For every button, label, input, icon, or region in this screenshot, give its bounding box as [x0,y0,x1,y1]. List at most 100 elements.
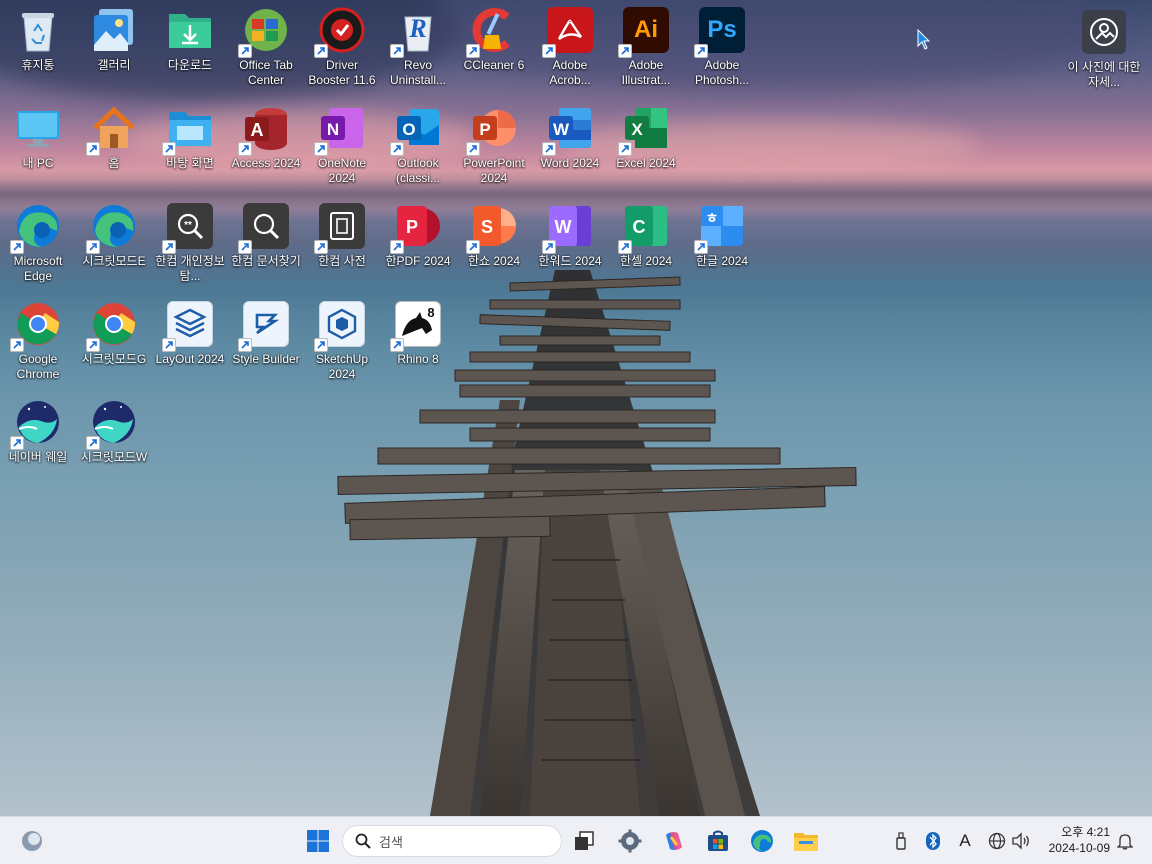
shortcut-arrow-icon [618,240,632,254]
shortcut-arrow-icon [390,142,404,156]
shortcut-arrow-icon [542,44,556,58]
photo-info-shortcut[interactable]: 이 사진에 대한 자세... [1066,10,1142,90]
volume-tray-button[interactable] [1010,829,1032,853]
desktop-shortcut-3[interactable]: Office Tab Center [228,0,304,96]
svg-text:N: N [327,120,339,139]
whale-icon [10,398,62,450]
desktop-shortcut-17[interactable]: W Word 2024 [532,98,608,194]
task-view-icon [575,831,594,850]
desktop-shortcut-9[interactable]: Ps Adobe Photosh... [684,0,760,96]
desktop-shortcut-5[interactable]: R Revo Uninstall... [380,0,456,96]
edge-taskbar-button[interactable] [746,825,778,857]
settings-button[interactable] [614,825,646,857]
desktop-shortcut-4[interactable]: Driver Booster 11.6 [304,0,380,96]
desktop-shortcut-31[interactable]: LayOut 2024 [152,294,228,390]
edge-icon [10,202,62,254]
copilot-button[interactable] [658,825,690,857]
desktop-shortcut-27[interactable]: C 한셀 2024 [608,196,684,292]
widgets-button[interactable] [16,825,48,857]
taskbar: 검색 A 오후 4:21 2024-10-09 [0,816,1152,864]
file-explorer-button[interactable] [790,825,822,857]
shortcut-arrow-icon [618,44,632,58]
usb-tray-button[interactable] [890,829,912,853]
desktop-shortcut-12[interactable]: 바탕 화면 [152,98,228,194]
svg-text:X: X [631,120,643,139]
desktop-shortcut-28[interactable]: ㅎ 한글 2024 [684,196,760,292]
desktop-shortcut-36[interactable]: 시크릿모드W [76,392,152,488]
task-view-button[interactable] [568,825,600,857]
desktop-shortcut-18[interactable]: X Excel 2024 [608,98,684,194]
shortcut-arrow-icon [238,142,252,156]
desktop-shortcut-14[interactable]: N OneNote 2024 [304,98,380,194]
clock-date: 2024-10-09 [1048,841,1110,855]
desktop-shortcut-1[interactable]: 갤러리 [76,0,152,96]
whale-icon [86,398,138,450]
desktop-shortcut-label: Excel 2024 [616,156,676,170]
desktop-shortcut-label: 한컴 문서찾기 [231,254,301,268]
chrome-icon [10,300,62,352]
desktop-shortcut-7[interactable]: Adobe Acrob... [532,0,608,96]
desktop-shortcut-label: Microsoft Edge [13,254,63,283]
desktop-shortcut-30[interactable]: 시크릿모드G [76,294,152,390]
bluetooth-tray-button[interactable] [922,829,944,853]
desktop-shortcut-25[interactable]: S 한쇼 2024 [456,196,532,292]
shortcut-arrow-icon [314,338,328,352]
notification-button[interactable] [1114,829,1136,853]
svg-text:S: S [481,217,493,237]
desktop-shortcut-22[interactable]: 한컴 문서찾기 [228,196,304,292]
store-button[interactable] [702,825,734,857]
desktop-shortcut-20[interactable]: 시크릿모드E [76,196,152,292]
taskbar-search-box[interactable]: 검색 [342,825,562,857]
shortcut-arrow-icon [542,142,556,156]
desktop-shortcut-35[interactable]: 네이버 웨일 [0,392,76,488]
sketchup-icon [314,300,366,352]
desktop-shortcut-24[interactable]: P 한PDF 2024 [380,196,456,292]
desktop-shortcut-23[interactable]: 한컴 사전 [304,196,380,292]
desktop-shortcut-label: Adobe Illustrat... [621,58,671,87]
shortcut-arrow-icon [238,44,252,58]
desktop-shortcut-label: 시크릿모드G [81,352,147,366]
ccleaner-icon [466,6,518,58]
desktop-shortcut-32[interactable]: Style Builder [228,294,304,390]
desktop-shortcut-label: CCleaner 6 [463,58,525,72]
desktop-shortcut-label: Office Tab Center [239,58,293,87]
desktop-shortcut-21[interactable]: ** 한컴 개인정보탐... [152,196,228,292]
desktop-shortcut-label: 시크릿모드W [80,450,148,464]
svg-text:R: R [408,14,426,43]
desktop-shortcut-label: Outlook (classi... [395,156,440,185]
desktop-shortcut-16[interactable]: P PowerPoint 2024 [456,98,532,194]
shortcut-arrow-icon [314,142,328,156]
svg-text:P: P [406,217,418,237]
desktop-shortcut-26[interactable]: W 한워드 2024 [532,196,608,292]
desktop-shortcut-13[interactable]: A Access 2024 [228,98,304,194]
desktop-shortcut-11[interactable]: 홈 [76,98,152,194]
desktop-shortcut-34[interactable]: 8 Rhino 8 [380,294,456,390]
start-button[interactable] [302,825,334,857]
shortcut-arrow-icon [162,142,176,156]
desktop-shortcut-33[interactable]: SketchUp 2024 [304,294,380,390]
ime-indicator[interactable]: A [954,829,976,853]
shortcut-arrow-icon [314,240,328,254]
layout-icon [162,300,214,352]
network-tray-button[interactable] [986,829,1008,853]
hancom-privacy-icon: ** [162,202,214,254]
desktop-shortcut-2[interactable]: 다운로드 [152,0,228,96]
svg-text:ㅎ: ㅎ [706,211,719,227]
desktop-shortcut-label: Adobe Photosh... [694,58,750,87]
desktop-shortcut-6[interactable]: CCleaner 6 [456,0,532,96]
excel-icon: X [618,104,670,156]
desktop-shortcut-29[interactable]: Google Chrome [0,294,76,390]
desktop-shortcut-label: Style Builder [232,352,300,366]
taskbar-clock[interactable]: 오후 4:21 2024-10-09 [1034,824,1110,856]
desktop-shortcut-19[interactable]: Microsoft Edge [0,196,76,292]
widgets-icon [22,831,42,851]
this-pc-icon [14,104,62,152]
desktop-shortcut-10[interactable]: 내 PC [0,98,76,194]
svg-text:O: O [402,120,415,139]
desktop-shortcut-label: PowerPoint 2024 [463,156,525,185]
desktop-shortcut-label: 한PDF 2024 [385,254,451,268]
driver-booster-icon [314,6,366,58]
desktop-shortcut-8[interactable]: Ai Adobe Illustrat... [608,0,684,96]
desktop-shortcut-15[interactable]: O Outlook (classi... [380,98,456,194]
desktop-shortcut-0[interactable]: 휴지통 [0,0,76,96]
